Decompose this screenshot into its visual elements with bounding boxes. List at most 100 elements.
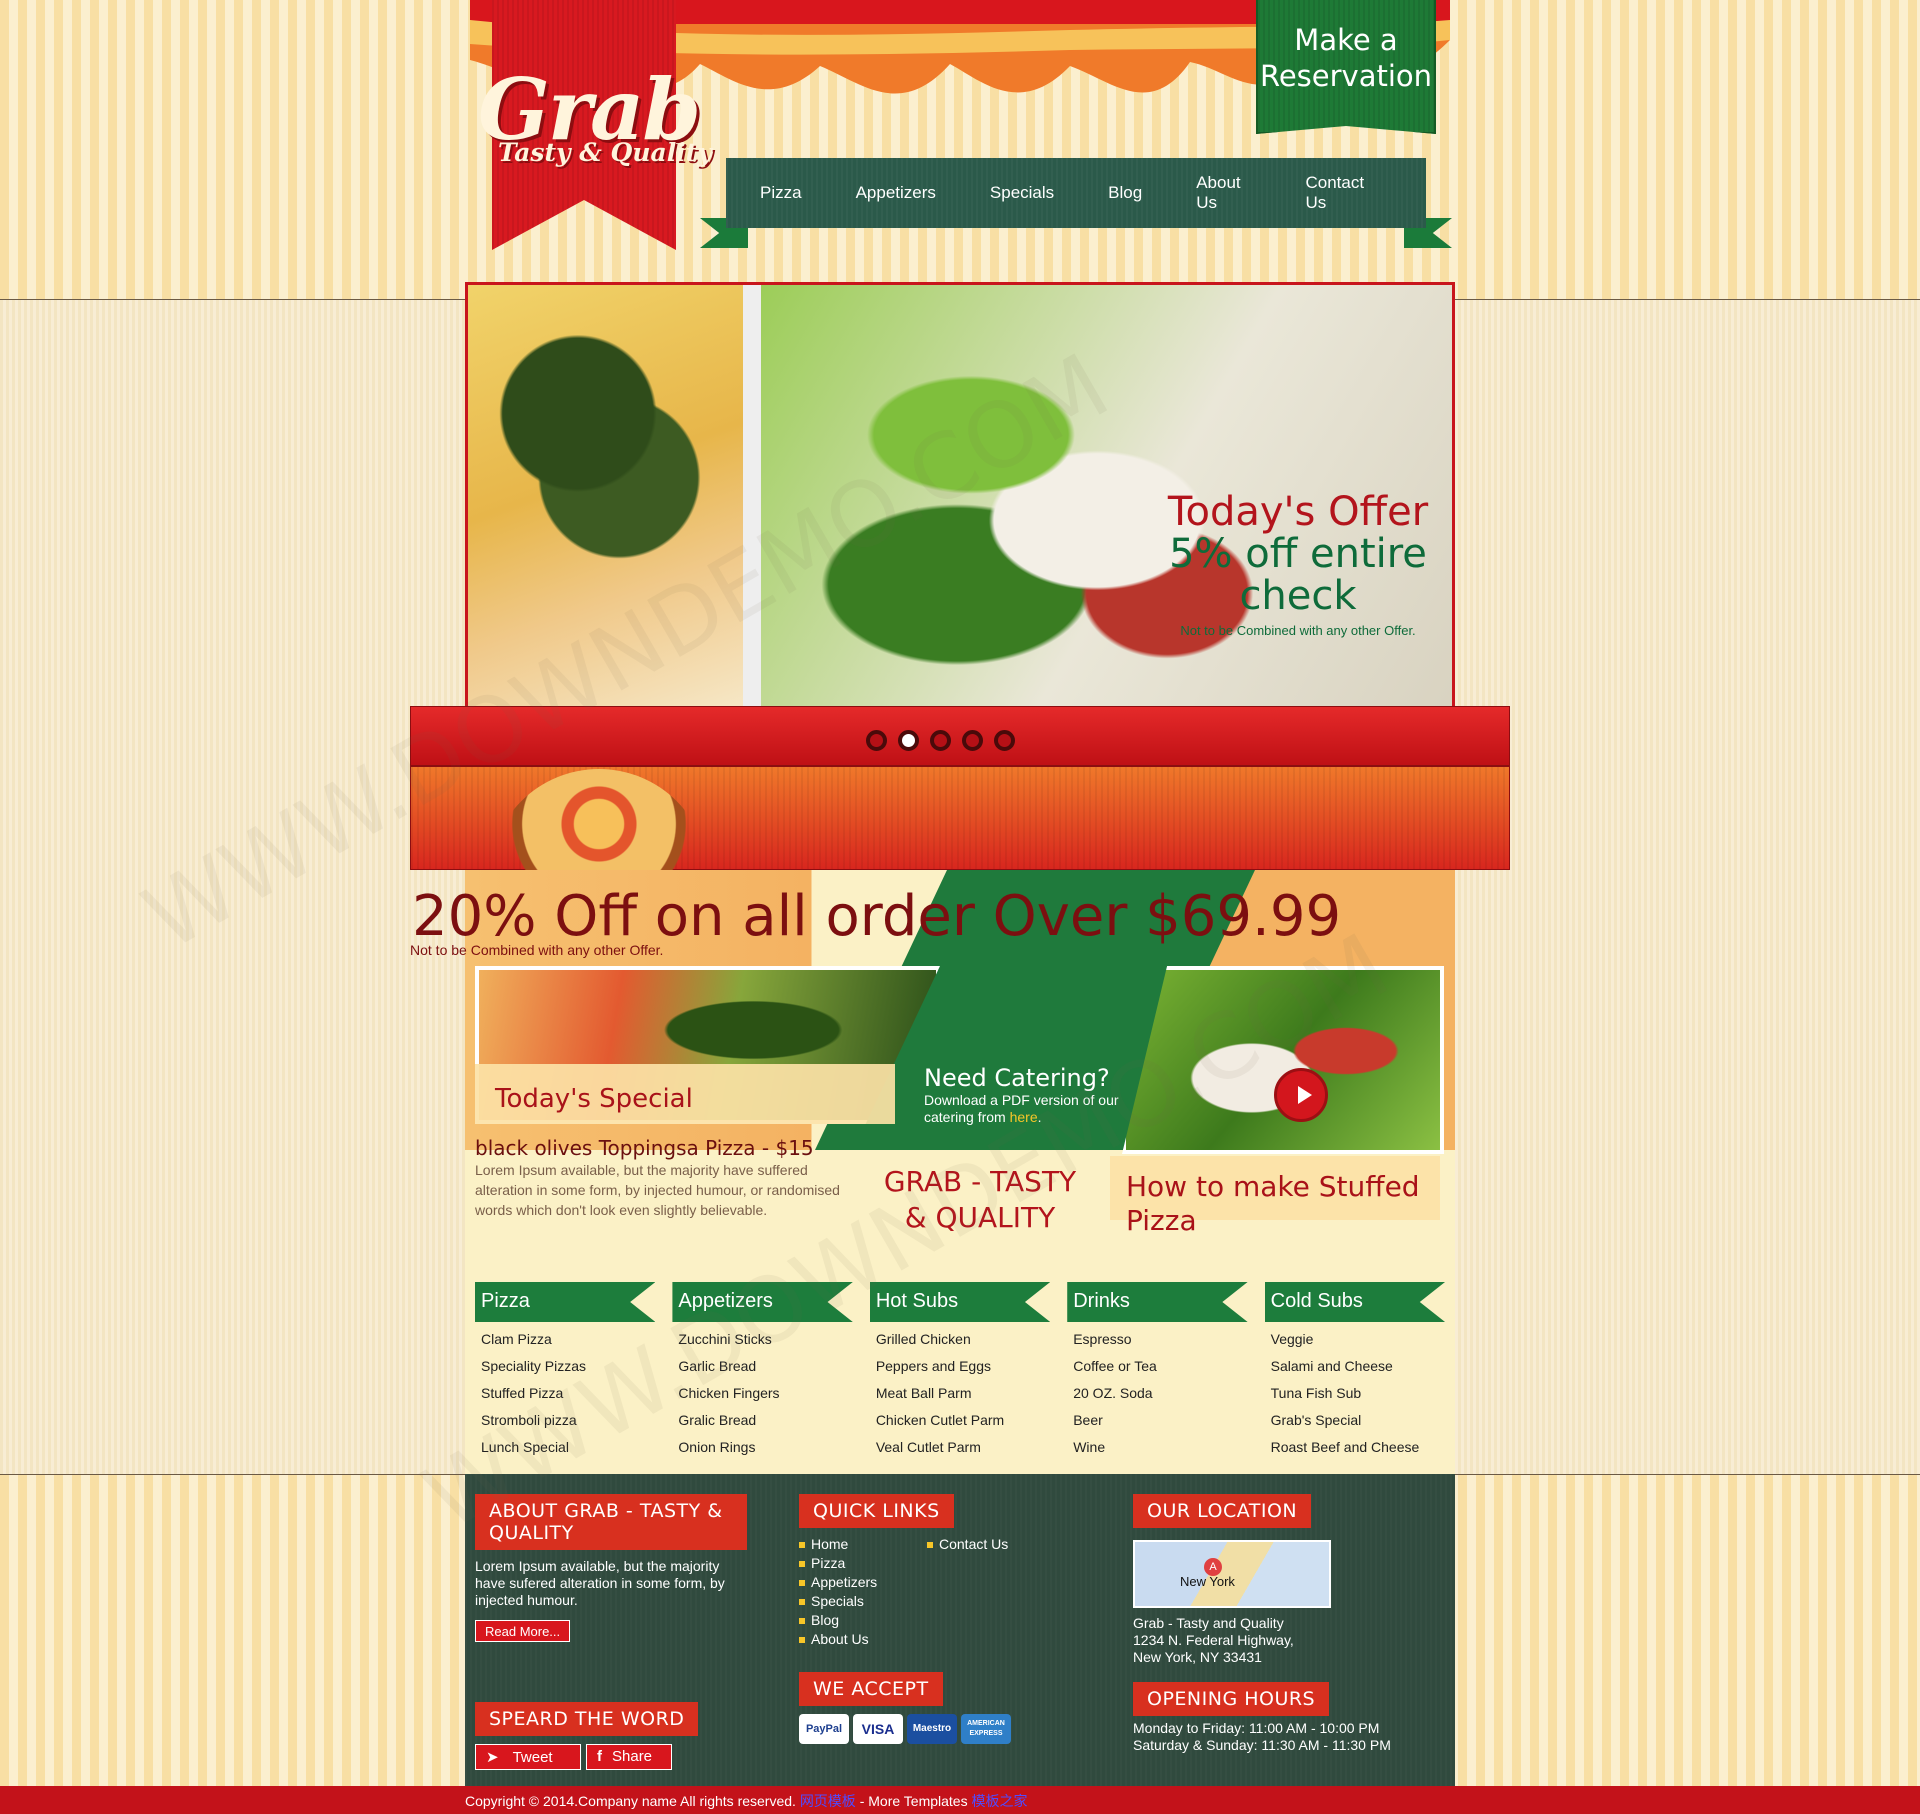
video-label[interactable]: How to make Stuffed Pizza	[1126, 1170, 1426, 1238]
menu-item[interactable]: Onion Rings	[672, 1439, 852, 1457]
catering-block: Need Catering? Download a PDF version of…	[924, 1064, 1154, 1126]
main-nav: Pizza Appetizers Specials Blog About Us …	[726, 158, 1426, 228]
slider-dot-1[interactable]	[866, 730, 887, 751]
today-special-label: Today's Special	[495, 1084, 693, 1114]
hours-weekday: Monday to Friday: 11:00 AM - 10:00 PM	[1133, 1720, 1380, 1736]
address-line-2: 1234 N. Federal Highway,	[1133, 1632, 1294, 1648]
menu-item[interactable]: Tuna Fish Sub	[1265, 1385, 1445, 1403]
menu-column-pizza: Pizza Clam Pizza Speciality Pizzas Stuff…	[475, 1282, 656, 1457]
quick-link-contact-us[interactable]: Contact Us	[927, 1536, 1008, 1552]
menu-heading: Appetizers	[672, 1282, 853, 1322]
quick-link-blog[interactable]: Blog	[799, 1612, 839, 1628]
slider-dot-2[interactable]	[898, 730, 919, 751]
video-thumbnail[interactable]	[1122, 966, 1444, 1154]
menu-heading: Drinks	[1067, 1282, 1248, 1322]
menu-heading: Pizza	[475, 1282, 656, 1322]
we-accept-heading: WE ACCEPT	[799, 1672, 943, 1706]
video-label-box: How to make Stuffed Pizza	[1110, 1156, 1440, 1237]
menu-item[interactable]: Veggie	[1265, 1331, 1445, 1349]
quick-link-specials[interactable]: Specials	[799, 1593, 864, 1609]
slider-dot-3[interactable]	[930, 730, 951, 751]
opening-hours-heading: OPENING HOURS	[1133, 1682, 1330, 1716]
catering-link[interactable]: here	[1010, 1109, 1038, 1125]
menu-item[interactable]: Garlic Bread	[672, 1358, 852, 1376]
menu-item[interactable]: Meat Ball Parm	[870, 1385, 1050, 1403]
logo-tagline: Tasty & Quality	[498, 138, 712, 167]
quick-links-heading: QUICK LINKS	[799, 1494, 954, 1528]
menu-item[interactable]: Grab's Special	[1265, 1412, 1445, 1430]
slider-dots	[866, 730, 1015, 751]
reservation-button[interactable]: Make a Reservation	[1256, 0, 1436, 134]
nav-contact-us[interactable]: Contact Us	[1306, 173, 1373, 213]
nav-blog[interactable]: Blog	[1108, 183, 1142, 203]
menu-item[interactable]: Clam Pizza	[475, 1331, 655, 1349]
hero-slider[interactable]: Today's Offer 5% off entire check Not to…	[465, 282, 1455, 710]
offer-body: 5% off entire check	[1169, 531, 1427, 619]
menu-item[interactable]: Gralic Bread	[672, 1412, 852, 1430]
pizza-banner	[410, 766, 1510, 879]
catering-body: Download a PDF version of our catering f…	[924, 1092, 1119, 1125]
address-line-1: Grab - Tasty and Quality	[1133, 1615, 1284, 1631]
special-body: Lorem Ipsum available, but the majority …	[475, 1162, 840, 1218]
slide-pizza-image	[468, 285, 743, 707]
menu-item[interactable]: Roast Beef and Cheese	[1265, 1439, 1445, 1457]
menu-item[interactable]: Espresso	[1067, 1331, 1247, 1349]
nav-appetizers[interactable]: Appetizers	[856, 183, 936, 203]
menu-item[interactable]: Veal Cutlet Parm	[870, 1439, 1050, 1457]
promo-note: Not to be Combined with any other Offer.	[410, 942, 664, 958]
copyright-link-more[interactable]: 模板之家	[971, 1793, 1027, 1809]
nav-specials[interactable]: Specials	[990, 183, 1054, 203]
spread-heading: SPEARD THE WORD	[475, 1702, 699, 1736]
play-icon[interactable]	[1274, 1068, 1328, 1122]
menu-item[interactable]: Salami and Cheese	[1265, 1358, 1445, 1376]
slider-dot-4[interactable]	[962, 730, 983, 751]
menu-item[interactable]: Beer	[1067, 1412, 1247, 1430]
copyright-sep: - More Templates	[855, 1793, 972, 1809]
quick-link-pizza[interactable]: Pizza	[799, 1555, 845, 1571]
special-title: black olives Toppingsa Pizza - $15	[475, 1136, 814, 1160]
menu-item[interactable]: 20 OZ. Soda	[1067, 1385, 1247, 1403]
menu-item[interactable]: Grilled Chicken	[870, 1331, 1050, 1349]
menu-item[interactable]: Chicken Fingers	[672, 1385, 852, 1403]
maestro-icon: Maestro	[907, 1714, 957, 1744]
facebook-icon: f	[597, 1748, 602, 1765]
menu-heading: Cold Subs	[1264, 1282, 1446, 1322]
menu-item[interactable]: Stuffed Pizza	[475, 1385, 655, 1403]
quick-link-home[interactable]: Home	[799, 1536, 848, 1552]
menu-item[interactable]: Wine	[1067, 1439, 1247, 1457]
slider-dot-5[interactable]	[994, 730, 1015, 751]
slide-offer: Today's Offer 5% off entire check Not to…	[1148, 491, 1448, 638]
share-button[interactable]: f Share	[586, 1744, 672, 1770]
copyright-text: Copyright © 2014.Company name All rights…	[465, 1793, 796, 1809]
quick-link-appetizers[interactable]: Appetizers	[799, 1574, 877, 1590]
menu-heading: Hot Subs	[869, 1282, 1051, 1322]
center-title: GRAB - TASTY & QUALITY	[883, 1165, 1077, 1234]
nav-pizza[interactable]: Pizza	[760, 183, 802, 203]
share-label: Share	[612, 1748, 653, 1765]
menu-item[interactable]: Stromboli pizza	[475, 1412, 655, 1430]
menu-item[interactable]: Coffee or Tea	[1067, 1358, 1247, 1376]
copyright-link-templates[interactable]: 网页模板	[800, 1793, 856, 1809]
hours-weekend: Saturday & Sunday: 11:30 AM - 11:30 PM	[1133, 1737, 1391, 1753]
offer-note: Not to be Combined with any other Offer.	[1180, 623, 1416, 638]
paypal-icon: PayPal	[799, 1714, 849, 1744]
offer-title: Today's Offer	[1167, 489, 1429, 535]
visa-icon: VISA	[853, 1714, 903, 1744]
menu-item[interactable]: Lunch Special	[475, 1439, 655, 1457]
menu-item[interactable]: Zucchini Sticks	[672, 1331, 852, 1349]
copyright: Copyright © 2014.Company name All rights…	[465, 1791, 1027, 1811]
tweet-button[interactable]: ➤ Tweet	[475, 1744, 581, 1770]
promo-headline: 20% Off on all order Over $69.99	[412, 884, 1342, 949]
about-heading: ABOUT GRAB - TASTY & QUALITY	[475, 1494, 747, 1550]
menu-item[interactable]: Speciality Pizzas	[475, 1358, 655, 1376]
menu-column-cold-subs: Cold Subs Veggie Salami and Cheese Tuna …	[1264, 1282, 1446, 1457]
catering-title: Need Catering?	[924, 1064, 1110, 1092]
nav-about-us[interactable]: About Us	[1196, 173, 1251, 213]
today-special-label-box: Today's Special	[475, 1064, 895, 1124]
menu-item[interactable]: Chicken Cutlet Parm	[870, 1412, 1050, 1430]
menu-column-hot-subs: Hot Subs Grilled Chicken Peppers and Egg…	[869, 1282, 1051, 1457]
quick-link-about-us[interactable]: About Us	[799, 1631, 869, 1647]
read-more-button[interactable]: Read More...	[475, 1620, 571, 1642]
tweet-label: Tweet	[512, 1749, 553, 1766]
menu-item[interactable]: Peppers and Eggs	[870, 1358, 1050, 1376]
